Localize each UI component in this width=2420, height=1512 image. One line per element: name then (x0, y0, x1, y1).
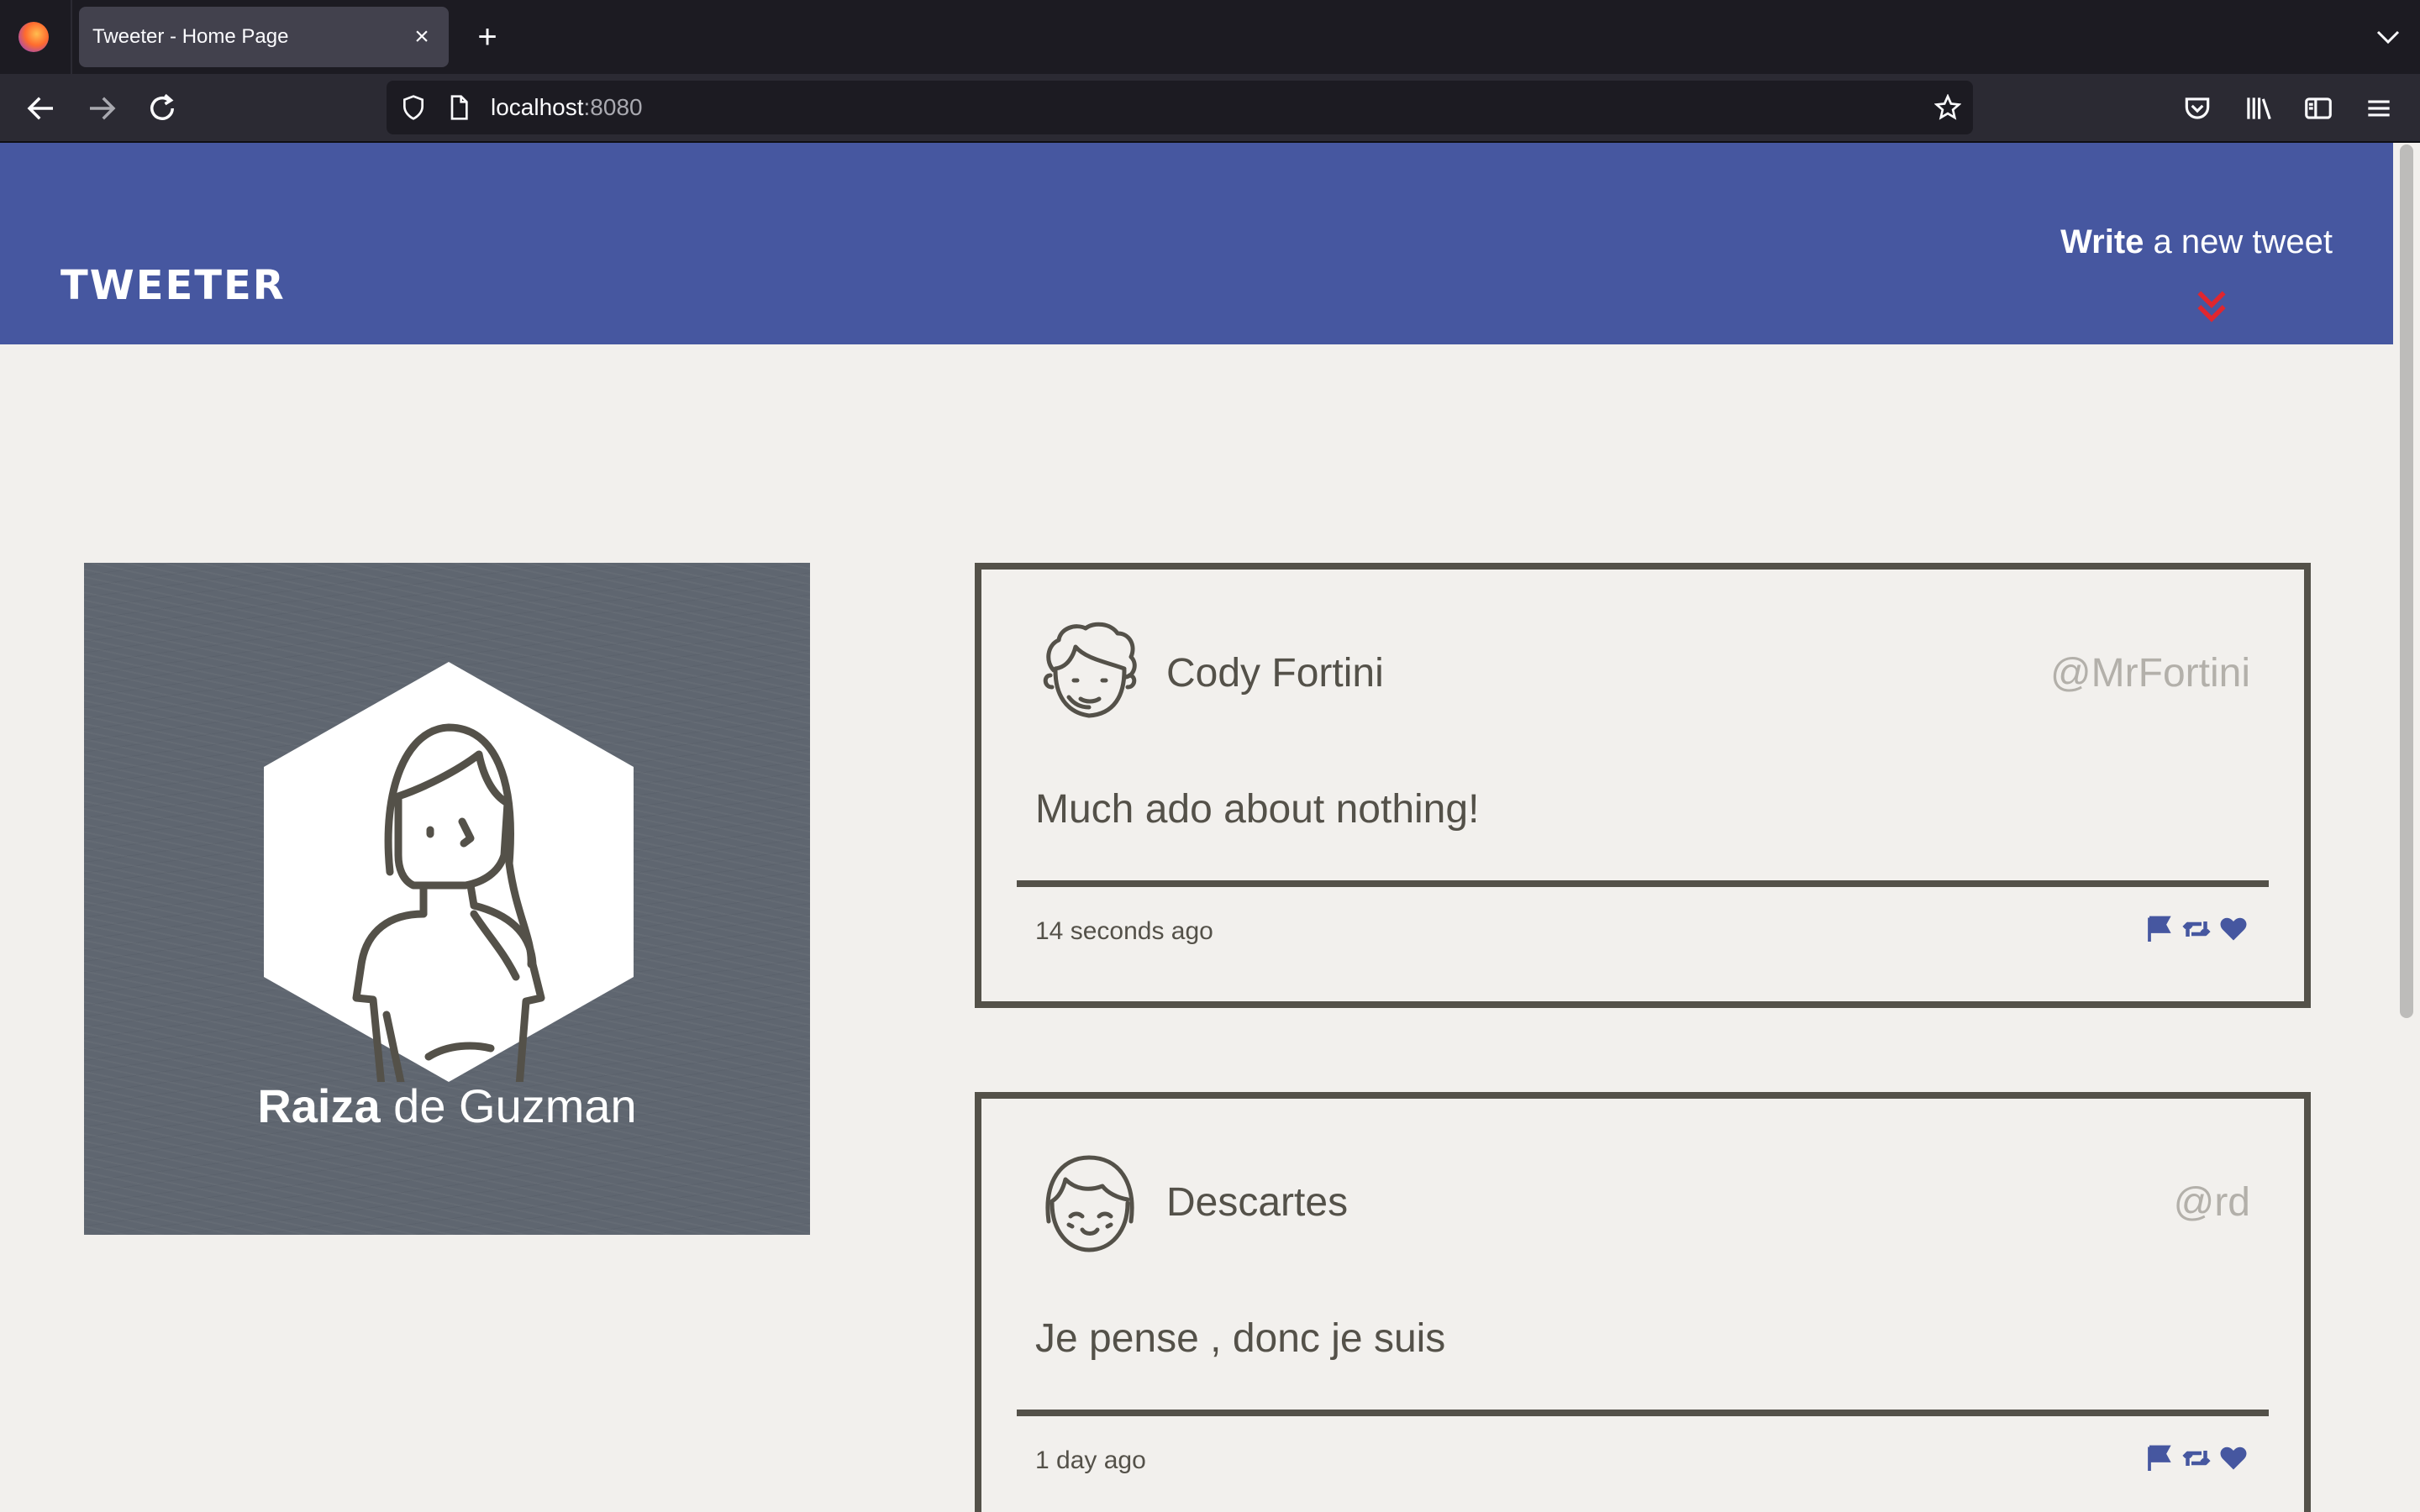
forward-arrow-icon[interactable] (84, 91, 119, 126)
page-icon (450, 95, 468, 120)
firefox-logo-icon[interactable] (18, 22, 49, 52)
tweet-author-handle: @rd (2173, 1180, 2250, 1225)
page-scrollbar[interactable] (2393, 143, 2420, 1512)
avatar-curly-hair-icon (1043, 622, 1137, 718)
flag-icon[interactable] (2144, 914, 2175, 944)
tweet-author-handle: @MrFortini (2049, 651, 2250, 696)
retweet-icon[interactable] (2181, 914, 2212, 944)
page-viewport: TWEETER Write a new tweet Raiza de Guzma… (0, 143, 2420, 1512)
tweet-card: Cody Fortini @MrFortini Much ado about n… (975, 563, 2311, 1008)
retweet-icon[interactable] (2181, 1443, 2212, 1473)
profile-card: Raiza de Guzman (84, 563, 810, 1235)
site-header: TWEETER Write a new tweet (0, 143, 2393, 344)
new-tab-icon[interactable]: + (471, 20, 504, 54)
profile-name: Raiza de Guzman (84, 1079, 810, 1133)
url-text[interactable]: localhost:8080 (491, 81, 643, 134)
tab-title: Tweeter - Home Page (92, 25, 289, 48)
hamburger-menu-icon[interactable] (2363, 92, 2395, 124)
url-host: localhost (491, 94, 584, 120)
tab-separator (71, 0, 72, 74)
profile-last-name: de Guzman (380, 1079, 637, 1132)
tweet-card: Descartes @rd Je pense , donc je suis 1 … (975, 1092, 2311, 1512)
brand-logo[interactable]: TWEETER (60, 262, 286, 309)
reload-icon[interactable] (145, 91, 180, 126)
tweet-actions (2144, 914, 2249, 948)
url-bar[interactable]: localhost:8080 (387, 81, 1973, 134)
profile-first-name: Raiza (257, 1079, 381, 1132)
pocket-icon[interactable] (2181, 92, 2213, 124)
tweet-actions (2144, 1443, 2249, 1477)
bookmark-star-icon[interactable] (1934, 94, 1961, 121)
tweet-timestamp: 1 day ago (1035, 1446, 1146, 1474)
compose-tweet-link[interactable]: Write a new tweet (2060, 223, 2333, 261)
tweet-divider (1017, 880, 2269, 887)
tweet-text: Je pense , donc je suis (1035, 1316, 1446, 1361)
browser-tab-active[interactable]: Tweeter - Home Page × (79, 7, 449, 67)
avatar-bangs-icon (1045, 1155, 1134, 1252)
tweet-timestamp: 14 seconds ago (1035, 917, 1213, 945)
browser-nav-bar: localhost:8080 (0, 74, 2420, 143)
shield-icon[interactable] (400, 94, 427, 121)
heart-icon[interactable] (2218, 1443, 2249, 1473)
tweet-divider (1017, 1410, 2269, 1416)
chevron-down-icon[interactable] (2373, 22, 2403, 52)
library-icon[interactable] (2242, 92, 2274, 124)
scrollbar-thumb[interactable] (2400, 144, 2413, 1018)
back-arrow-icon[interactable] (24, 91, 59, 126)
flag-icon[interactable] (2144, 1443, 2175, 1473)
double-chevron-down-icon[interactable] (2193, 287, 2230, 326)
compose-label-bold: Write (2060, 223, 2144, 260)
compose-label-rest: a new tweet (2144, 223, 2333, 260)
sidebar-icon[interactable] (2302, 92, 2334, 124)
tweet-author-name: Cody Fortini (1166, 651, 1384, 696)
tweet-text: Much ado about nothing! (1035, 787, 1480, 832)
tab-close-icon[interactable]: × (407, 22, 437, 52)
browser-tab-bar: Tweeter - Home Page × + (0, 0, 2420, 74)
tweet-author-name: Descartes (1166, 1180, 1349, 1225)
heart-icon[interactable] (2218, 914, 2249, 944)
profile-avatar-icon (264, 662, 634, 1082)
url-port: :8080 (583, 94, 643, 120)
